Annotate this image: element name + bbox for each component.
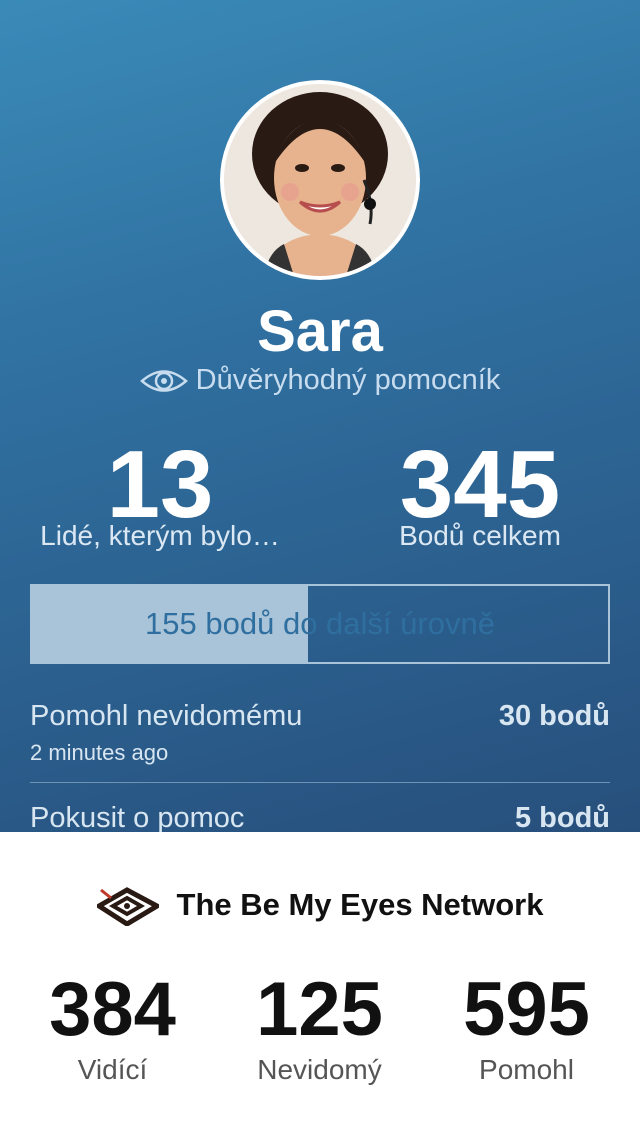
profile-panel: Sara Důvěryhodný pomocník 13 Lidé, který… xyxy=(0,0,640,832)
level-progress-bar: 155 bodů do další úrovně xyxy=(30,584,610,664)
network-panel: The Be My Eyes Network 384 Vidící 125 Ne… xyxy=(0,832,640,1136)
eye-icon xyxy=(139,370,188,393)
activity-title: Pomohl nevidomému xyxy=(30,700,303,732)
network-stat-blind: 125 Nevidomý xyxy=(213,972,426,1086)
activity-points: 5 bodů xyxy=(514,802,610,832)
network-header: The Be My Eyes Network xyxy=(0,884,640,926)
profile-name: Sara xyxy=(257,299,383,364)
network-stat-value: 384 xyxy=(49,967,176,1052)
activity-title: Pokusit o pomoc xyxy=(30,802,245,832)
activity-time: 2 minutes ago xyxy=(30,740,169,765)
network-stat-label: Vidící xyxy=(77,1054,148,1085)
network-stat-label: Nevidomý xyxy=(257,1054,382,1085)
level-progress-text: 155 bodů do další úrovně xyxy=(145,606,495,641)
network-stat-helped: 595 Pomohl xyxy=(420,972,633,1086)
profile-role-label: Důvěryhodný pomocník xyxy=(195,364,501,396)
stat-people-helped-label: Lidé, kterým bylo… xyxy=(40,520,280,551)
be-my-eyes-logo-icon xyxy=(96,887,159,926)
activity-points: 30 bodů xyxy=(498,700,610,732)
stat-total-points-label: Bodů celkem xyxy=(399,520,561,551)
network-title: The Be My Eyes Network xyxy=(176,887,544,922)
avatar xyxy=(220,80,420,280)
network-stat-sighted: 384 Vidící xyxy=(6,972,219,1086)
network-stat-label: Pomohl xyxy=(479,1054,574,1085)
profile-role: Důvěryhodný pomocník xyxy=(0,364,640,397)
avatar-portrait-icon xyxy=(224,84,416,276)
network-stat-value: 595 xyxy=(463,967,590,1052)
network-stat-value: 125 xyxy=(256,967,383,1052)
activity-divider xyxy=(30,782,610,783)
